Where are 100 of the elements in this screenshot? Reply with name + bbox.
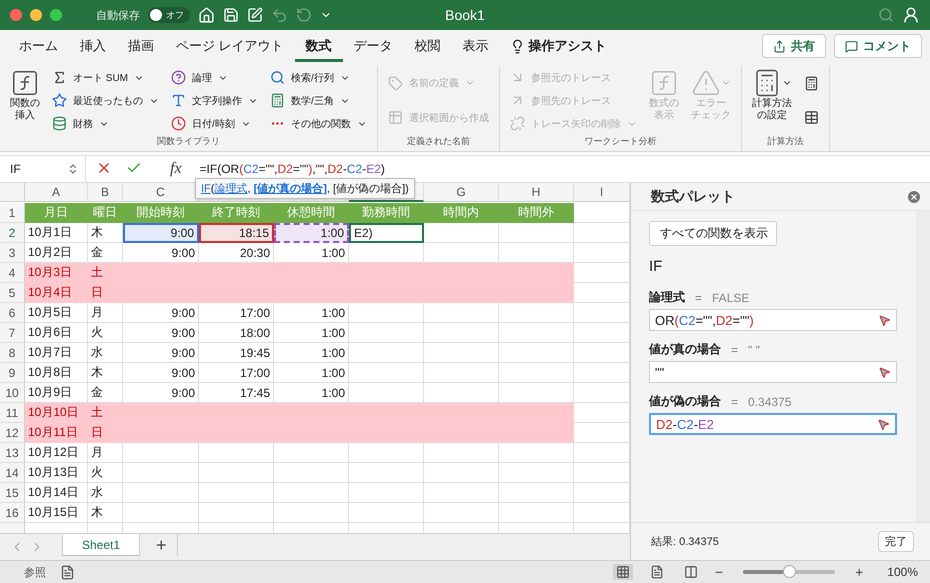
tell-me-button[interactable]: 操作アシスト	[504, 36, 613, 56]
add-sheet-button[interactable]: +	[146, 534, 178, 556]
header-cell: 終了時刻	[199, 203, 274, 223]
ribbon-button[interactable]: 最近使ったもの	[50, 90, 161, 112]
column-header[interactable]: I	[574, 183, 630, 202]
argument-link[interactable]: [値が真の場合]	[254, 183, 327, 195]
sheet-tab[interactable]: Sheet1	[62, 534, 140, 556]
menu-tab[interactable]: 挿入	[69, 30, 117, 62]
row-header[interactable]: 9	[0, 363, 25, 383]
zoom-in-button[interactable]: +	[855, 564, 864, 580]
comment-button[interactable]: コメント	[834, 34, 922, 58]
ribbon-button[interactable]: 計算方法 の設定	[748, 66, 796, 135]
insert-function-button[interactable]: fx	[170, 160, 182, 178]
close-icon[interactable]	[906, 188, 922, 204]
table-cell: 9:00	[123, 223, 199, 243]
range-picker-icon[interactable]	[878, 366, 891, 378]
argument-value: FALSE	[712, 290, 750, 304]
table-cell: 18:00	[199, 323, 274, 343]
column-header[interactable]: G	[424, 183, 499, 202]
table-cell: 19:45	[199, 343, 274, 363]
argument-field[interactable]: ""	[649, 361, 897, 383]
ribbon-button[interactable]: 数学/三角	[268, 90, 369, 112]
ribbon-button[interactable]: 検索/行列	[268, 66, 369, 88]
equals-sign: =	[731, 394, 738, 408]
argument-field[interactable]: D2-C2-E2	[649, 413, 897, 435]
row-header[interactable]: 15	[0, 483, 25, 503]
menu-tab[interactable]: ホーム	[8, 30, 69, 62]
row-header[interactable]: 14	[0, 463, 25, 483]
minimize-button[interactable]	[30, 9, 42, 21]
menu-tab[interactable]: 校閲	[404, 30, 452, 62]
menu-tab[interactable]: データ	[342, 30, 404, 62]
macro-record-icon[interactable]	[60, 564, 75, 580]
zoom-level: 100%	[887, 565, 918, 579]
back-button[interactable]: すべての関数を表示	[649, 221, 777, 246]
person-icon[interactable]	[902, 6, 920, 24]
row-header[interactable]: 8	[0, 343, 25, 363]
ribbon-button[interactable]: 関数の 挿入	[6, 66, 44, 135]
formula-input[interactable]: =IF(OR(C2="",D2=""),"",D2-C2-E2)	[192, 162, 385, 176]
row-header[interactable]: 2	[0, 223, 25, 243]
zoom-out-button[interactable]: −	[714, 564, 724, 580]
row-header[interactable]: 10	[0, 383, 25, 403]
group-label: ワークシート分析	[584, 135, 656, 148]
table-cell: 10月7日	[25, 343, 88, 363]
edit-icon[interactable]	[247, 7, 263, 23]
menu-tab[interactable]: 表示	[452, 30, 500, 62]
ribbon-button[interactable]: 文字列操作	[169, 90, 260, 112]
table-cell: 木	[88, 503, 123, 523]
argument-link[interactable]: 論理式	[214, 183, 248, 195]
table-cell: 水	[88, 483, 123, 503]
normal-view-icon[interactable]	[612, 564, 633, 580]
row-header[interactable]: 7	[0, 323, 25, 343]
tag-icon	[388, 76, 403, 91]
table-cell: 9:00	[123, 343, 199, 363]
panel-title: 数式パレット	[651, 188, 735, 206]
table-cell: E2)	[349, 223, 424, 243]
name-box[interactable]: IF	[0, 156, 86, 182]
table-cell: 木	[88, 223, 123, 243]
row-header[interactable]: 4	[0, 263, 25, 283]
row-header[interactable]: 6	[0, 303, 25, 323]
table-cell: 10月6日	[25, 323, 88, 343]
row-header[interactable]: 1	[0, 203, 25, 223]
autosave-toggle[interactable]: オフ	[148, 7, 190, 23]
column-header[interactable]: A	[25, 183, 88, 202]
menu-tab[interactable]: 描画	[117, 30, 165, 62]
column-header[interactable]: C	[123, 183, 199, 202]
save-icon[interactable]	[223, 7, 239, 23]
table-cell: 火	[88, 463, 123, 483]
range-picker-icon[interactable]	[878, 314, 891, 326]
done-button[interactable]: 完了	[878, 531, 914, 552]
range-picker-icon[interactable]	[877, 418, 890, 430]
argument-link[interactable]: IF	[201, 183, 211, 195]
row-header[interactable]: 3	[0, 243, 25, 263]
function-tooltip: IF(論理式, [値が真の場合], [値が偽の場合])	[195, 178, 415, 199]
zoom-button[interactable]	[50, 9, 62, 21]
share-button[interactable]: 共有	[762, 34, 826, 58]
ribbon-button[interactable]: オート SUM	[50, 66, 161, 88]
table-cell: 日	[88, 423, 123, 443]
row-header[interactable]: 13	[0, 443, 25, 463]
column-header[interactable]: B	[88, 183, 123, 202]
share-icon	[773, 40, 786, 52]
row-header[interactable]: 16	[0, 503, 25, 523]
ribbon-button[interactable]: その他の関数	[268, 112, 369, 134]
ribbon-button[interactable]: 論理	[169, 66, 260, 88]
header-cell: 時間外	[499, 203, 574, 223]
column-header[interactable]: H	[499, 183, 574, 202]
ribbon-button[interactable]: 財務	[50, 112, 161, 134]
window-title: Book1	[445, 7, 485, 23]
row-header[interactable]: 12	[0, 423, 25, 443]
table-cell: 17:45	[199, 383, 274, 403]
argument-label: 値が真の場合	[649, 341, 721, 358]
sigma-icon	[52, 70, 67, 85]
row-header[interactable]: 5	[0, 283, 25, 303]
home-icon[interactable]	[198, 6, 215, 24]
table-cell: 10月3日	[25, 263, 88, 283]
argument-field[interactable]: OR(C2="",D2="")	[649, 309, 897, 331]
function-name: IF	[649, 258, 664, 275]
menu-tab[interactable]: ページ レイアウト	[165, 30, 295, 62]
ribbon-button[interactable]: 日付/時刻	[169, 112, 260, 134]
unlink-icon	[510, 116, 525, 131]
row-header[interactable]: 11	[0, 403, 25, 423]
